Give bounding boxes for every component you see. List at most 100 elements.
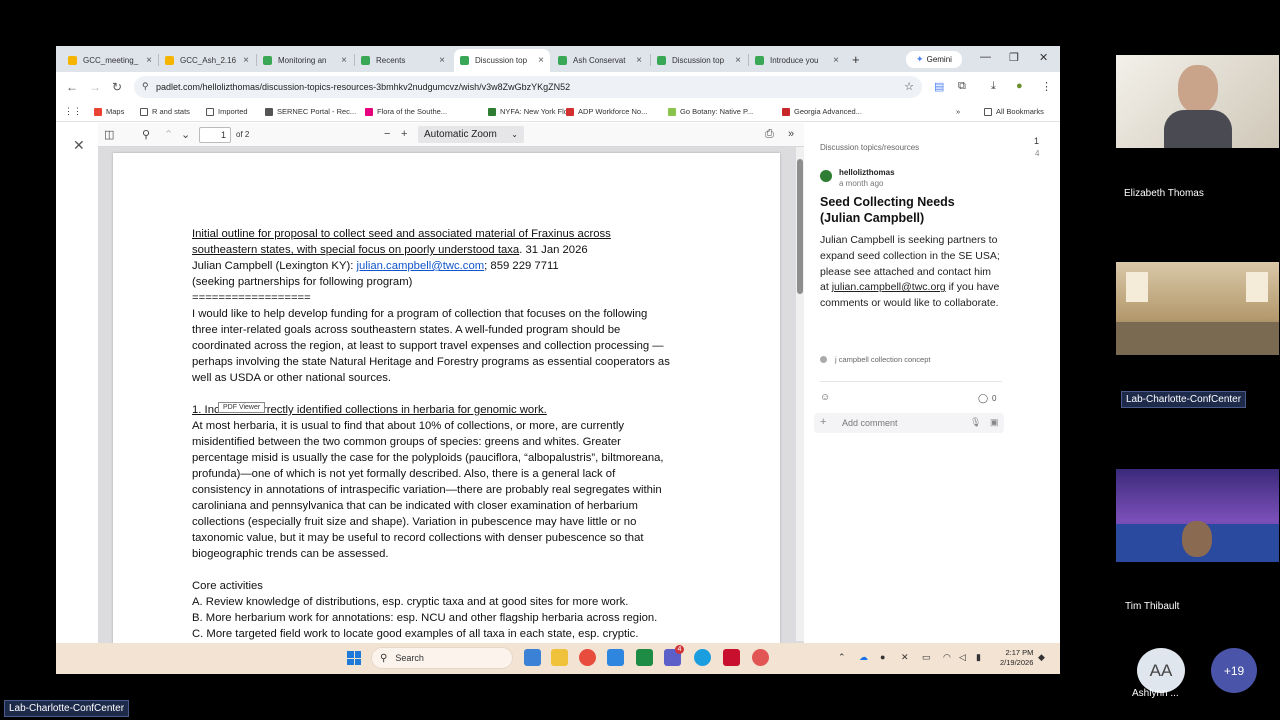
tab-2[interactable]: GCC_Ash_2.16 ×: [159, 49, 255, 72]
bookmark-label: NYFA: New York Flo...: [500, 107, 575, 116]
acrobat-icon[interactable]: [723, 649, 740, 666]
bookmark-item[interactable]: Georgia Advanced...: [782, 107, 862, 116]
tab-3[interactable]: Monitoring an ×: [257, 49, 353, 72]
bookmark-item[interactable]: Maps: [94, 107, 124, 116]
bookmark-item[interactable]: SERNEC Portal - Rec...: [265, 107, 356, 116]
volume-icon[interactable]: ◁: [959, 652, 966, 663]
camera-icon[interactable]: ▣: [990, 417, 999, 428]
tab-close-icon[interactable]: ×: [243, 55, 249, 66]
scrollbar-thumb[interactable]: [797, 159, 803, 294]
attachment-label: j campbell collection concept: [835, 355, 931, 364]
notification-icon[interactable]: ◆: [1038, 652, 1045, 663]
tab-close-icon[interactable]: ×: [146, 55, 152, 66]
pdf-scrollbar[interactable]: [796, 147, 804, 641]
battery-icon[interactable]: ▮: [976, 652, 981, 663]
self-view-label: Lab-Charlotte-ConfCenter: [4, 700, 130, 717]
all-bookmarks-button[interactable]: All Bookmarks: [984, 107, 1044, 116]
tab-close-icon[interactable]: ×: [538, 55, 544, 66]
tab-close-icon[interactable]: ×: [636, 55, 642, 66]
close-post-icon[interactable]: ✕: [73, 137, 85, 154]
new-tab-button[interactable]: +: [852, 52, 860, 67]
add-attachment-icon[interactable]: +: [820, 416, 826, 428]
bookmark-favicon-icon: [265, 107, 273, 116]
app-icon[interactable]: [607, 649, 624, 666]
display-icon[interactable]: ▭: [922, 652, 931, 663]
print-icon[interactable]: ⎙: [765, 128, 774, 141]
zoom-select[interactable]: Automatic Zoom ⌄: [418, 126, 524, 143]
author-name[interactable]: hellolizthomas: [839, 168, 895, 177]
bookmark-item[interactable]: Flora of the Southe...: [365, 107, 447, 116]
chrome-icon[interactable]: [579, 649, 596, 666]
pdf-email-link[interactable]: julian.campbell@twc.com: [357, 260, 485, 272]
attachment[interactable]: j campbell collection concept: [820, 355, 930, 364]
close-window-icon[interactable]: ✕: [1039, 51, 1048, 64]
apps-icon[interactable]: ⋮⋮: [64, 106, 82, 117]
next-page-icon[interactable]: ⌄: [181, 128, 190, 141]
reaction-icon[interactable]: ☺: [820, 392, 830, 403]
windows-start-icon[interactable]: [347, 651, 361, 665]
reload-icon[interactable]: ↻: [112, 80, 122, 94]
back-icon[interactable]: ←: [66, 80, 78, 94]
prev-page-icon[interactable]: ⌃: [164, 128, 173, 141]
forward-icon[interactable]: →: [89, 80, 101, 94]
bookmark-item[interactable]: Imported: [206, 107, 248, 116]
download-icon[interactable]: ⤓: [991, 80, 996, 93]
tab-close-icon[interactable]: ×: [341, 55, 347, 66]
zoom-in-icon[interactable]: +: [401, 128, 407, 140]
participant-video[interactable]: [1116, 55, 1279, 148]
participant-video[interactable]: [1116, 469, 1279, 562]
breadcrumb[interactable]: Discussion topics/resources: [820, 143, 919, 152]
page-number-input[interactable]: 1: [199, 127, 231, 143]
tab-4[interactable]: Recents ×: [355, 49, 451, 72]
find-icon[interactable]: ⚲: [142, 128, 150, 141]
reader-icon[interactable]: ▤: [934, 80, 944, 93]
comment-input[interactable]: + Add comment 🎙 ▣: [814, 413, 1004, 433]
app-red-icon[interactable]: [752, 649, 769, 666]
mic-icon[interactable]: 🎙: [970, 417, 981, 428]
url-bar[interactable]: ⚲ padlet.com/hellolizthomas/discussion-t…: [134, 76, 922, 98]
bookmark-item[interactable]: Go Botany: Native P...: [668, 107, 753, 116]
tab-5[interactable]: Discussion top ×: [454, 49, 550, 72]
bookmark-star-icon[interactable]: ☆: [904, 80, 914, 93]
cloud-icon[interactable]: ☁: [859, 652, 868, 663]
tab-favicon-icon: [657, 56, 666, 65]
menu-icon[interactable]: ⋮: [1041, 80, 1052, 93]
tab-close-icon[interactable]: ×: [833, 55, 839, 66]
tab-8[interactable]: Introduce you ×: [749, 49, 845, 72]
minimize-icon[interactable]: —: [980, 51, 991, 63]
file-explorer-icon[interactable]: [551, 649, 568, 666]
more-participants-button[interactable]: +19: [1211, 648, 1257, 693]
pdf-viewer[interactable]: Initial outline for proposal to collect …: [98, 147, 804, 674]
restore-icon[interactable]: ❐: [1009, 51, 1019, 64]
bookmark-item[interactable]: ADP Workforce No...: [566, 107, 647, 116]
excel-icon[interactable]: [636, 649, 653, 666]
site-info-icon[interactable]: ⚲: [142, 81, 149, 92]
mic-muted-icon[interactable]: ✕: [901, 652, 909, 663]
participant-video[interactable]: [1116, 262, 1279, 355]
bookmark-item[interactable]: NYFA: New York Flo...: [488, 107, 574, 116]
more-tools-icon[interactable]: »: [788, 128, 794, 140]
tray-chevron-icon[interactable]: ⌃: [838, 652, 846, 663]
tab-7[interactable]: Discussion top ×: [651, 49, 747, 72]
avatar[interactable]: AA: [1137, 648, 1185, 693]
wifi-icon[interactable]: ◠: [943, 652, 951, 663]
tab-close-icon[interactable]: ×: [439, 55, 445, 66]
clock[interactable]: 2:17 PM 2/19/2026: [1000, 648, 1033, 668]
weather-app-icon[interactable]: [524, 649, 541, 666]
sidebar-toggle-icon[interactable]: ◫: [104, 128, 114, 141]
teams-icon[interactable]: 4: [664, 645, 684, 666]
bookmark-item[interactable]: R and stats: [140, 107, 190, 116]
zoom-out-icon[interactable]: −: [384, 128, 390, 140]
gemini-button[interactable]: ✦ Gemini: [906, 51, 962, 68]
edge-icon[interactable]: [694, 649, 711, 666]
profile-icon[interactable]: ●: [1016, 80, 1023, 92]
tab-close-icon[interactable]: ×: [735, 55, 741, 66]
email-link[interactable]: julian.campbell@twc.org: [832, 281, 946, 293]
tab-1[interactable]: GCC_meeting_ ×: [62, 49, 158, 72]
post-panel: Discussion topics/resources 1 4 helloliz…: [804, 123, 1060, 674]
taskbar-search[interactable]: ⚲ Search: [371, 647, 513, 669]
tab-6[interactable]: Ash Conservat ×: [552, 49, 648, 72]
bookmarks-more-button[interactable]: »: [956, 107, 960, 116]
extensions-icon[interactable]: ⧉: [958, 80, 966, 93]
tray-app-icon[interactable]: ●: [880, 652, 885, 662]
